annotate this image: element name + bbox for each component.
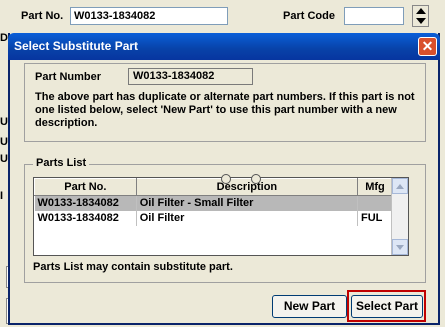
dialog-title: Select Substitute Part <box>14 39 139 53</box>
column-resize-handle-icon[interactable] <box>220 174 231 184</box>
duplicate-part-message: The above part has duplicate or alternat… <box>35 91 415 129</box>
table-row[interactable]: W0133-1834082 Oil Filter - Small Filter <box>34 195 393 211</box>
column-header-description[interactable]: Description <box>135 174 359 196</box>
part-code-label: Part Code <box>283 10 335 22</box>
scroll-down-button[interactable] <box>392 239 408 255</box>
spin-down-icon[interactable] <box>416 18 426 24</box>
column-header-mfg[interactable]: Mfg <box>357 178 393 196</box>
cell-part-no: W0133-1834082 <box>34 195 137 211</box>
parts-list-group: Parts List Part No. Description Mfg W013… <box>24 157 426 283</box>
parts-list-note: Parts List may contain substitute part. <box>33 261 233 273</box>
column-resize-handle-icon[interactable] <box>250 174 261 184</box>
new-part-button[interactable]: New Part <box>272 295 347 318</box>
cell-description: Oil Filter <box>136 210 359 226</box>
chevron-up-icon <box>396 184 404 189</box>
part-no-label: Part No. <box>21 10 64 22</box>
table-row[interactable]: W0133-1834082 Oil Filter FUL <box>34 210 393 226</box>
scroll-up-button[interactable] <box>392 178 408 194</box>
part-number-group: Part Number W0133-1834082 The above part… <box>24 63 426 142</box>
spin-up-icon[interactable] <box>416 8 426 14</box>
part-number-field: W0133-1834082 <box>128 68 253 85</box>
chevron-down-icon <box>396 245 404 250</box>
select-part-button[interactable]: Select Part <box>351 295 423 318</box>
cell-mfg: FUL <box>357 210 393 226</box>
cell-mfg <box>357 195 393 211</box>
close-icon[interactable]: ✕ <box>418 37 437 56</box>
part-number-label: Part Number <box>35 71 102 83</box>
part-code-input[interactable] <box>344 7 404 25</box>
cell-description: Oil Filter - Small Filter <box>136 195 359 211</box>
parts-list-table: Part No. Description Mfg W0133-1834082 O… <box>33 174 409 256</box>
select-substitute-part-dialog: Select Substitute Part ✕ Part Number W01… <box>8 33 440 325</box>
parts-list-label: Parts List <box>33 157 90 169</box>
part-code-spinner[interactable] <box>412 5 429 27</box>
dialog-titlebar[interactable]: Select Substitute Part ✕ <box>8 33 440 60</box>
column-header-part-no[interactable]: Part No. <box>34 178 137 196</box>
vertical-scrollbar[interactable] <box>391 178 408 255</box>
cell-part-no: W0133-1834082 <box>34 210 137 226</box>
part-no-input[interactable]: W0133-1834082 <box>70 7 228 25</box>
